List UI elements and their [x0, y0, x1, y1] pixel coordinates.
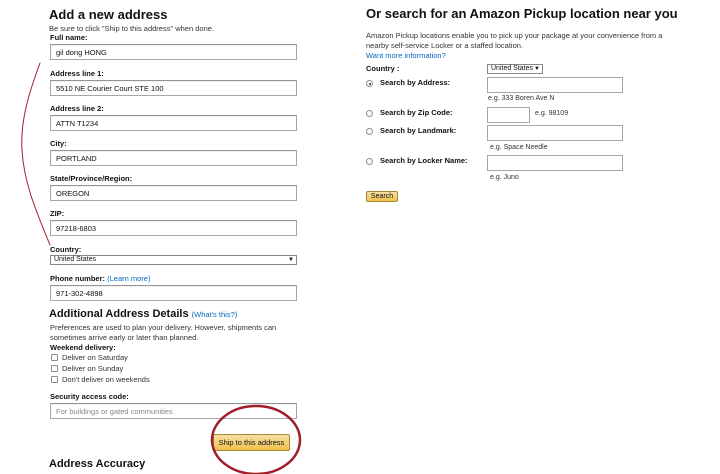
- annotation-bracket-mark: [21, 62, 51, 246]
- annotation-circle-mark: [210, 404, 302, 474]
- annotation-overlay: [21, 62, 302, 474]
